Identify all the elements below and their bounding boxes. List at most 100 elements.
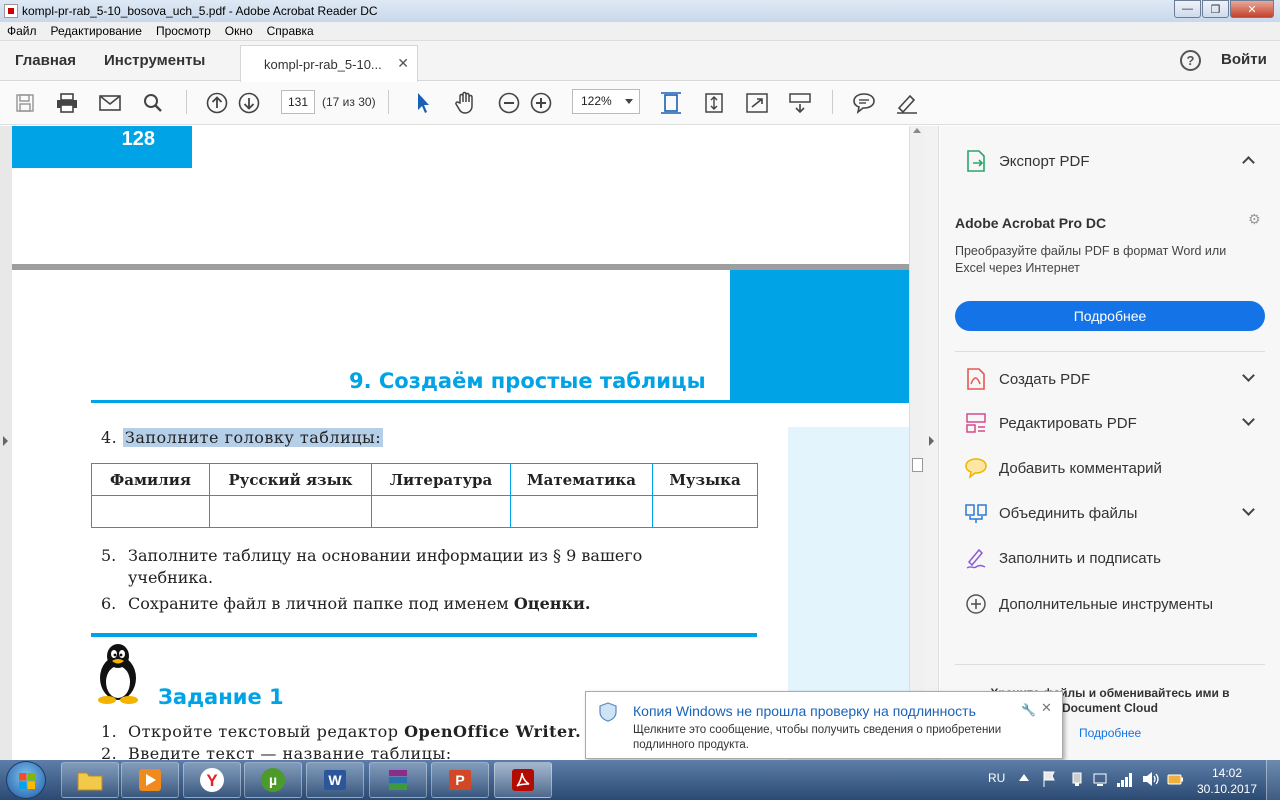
usb-device-icon[interactable] (1069, 771, 1085, 787)
window-title: kompl-pr-rab_5-10_bosova_uch_5.pdf - Ado… (22, 4, 378, 18)
highlight-pen-icon[interactable] (894, 90, 920, 116)
toast-close-icon[interactable]: ✕ (1041, 700, 1052, 716)
email-icon[interactable] (97, 90, 123, 116)
system-clock[interactable]: 14:02 30.10.2017 (1196, 765, 1258, 797)
network-signal-icon[interactable] (1116, 770, 1134, 788)
language-indicator[interactable]: RU (988, 771, 1005, 785)
taskbar-word[interactable]: W (306, 762, 364, 798)
more-tools-icon (966, 594, 986, 614)
panel-collapse-strip[interactable] (924, 126, 939, 760)
tool-more-tools[interactable]: Дополнительные инструменты (940, 586, 1280, 622)
taskbar-yandex-browser[interactable]: Y (183, 762, 241, 798)
left-navigation-strip[interactable] (0, 126, 12, 760)
signin-button[interactable]: Войти (1221, 51, 1267, 68)
export-pdf-header[interactable]: Экспорт PDF (940, 143, 1280, 179)
fit-page-icon[interactable] (658, 90, 684, 116)
tab-document[interactable]: kompl-pr-rab_5-10... ✕ (240, 45, 418, 82)
promo-settings-icon[interactable]: ⚙ (1248, 211, 1261, 228)
assignment-step-1: 1. Откройте текстовый редактор OpenOffice… (101, 722, 581, 741)
clock-time: 14:02 (1211, 766, 1243, 780)
add-comment-icon (965, 458, 987, 479)
chevron-down-icon[interactable] (1242, 413, 1255, 426)
taskbar-powerpoint[interactable]: P (431, 762, 489, 798)
page-number-input[interactable]: 131 (281, 90, 315, 114)
prev-page-icon[interactable] (204, 90, 230, 116)
menu-file[interactable]: Файл (7, 24, 37, 38)
task-4-number: 4. (101, 428, 118, 447)
taskbar-utorrent[interactable]: µ (244, 762, 302, 798)
menu-view[interactable]: Просмотр (156, 24, 211, 38)
panel-divider (955, 351, 1265, 352)
panel-divider (955, 664, 1265, 665)
tab-tools[interactable]: Инструменты (104, 52, 205, 69)
help-icon[interactable]: ? (1180, 50, 1201, 71)
chevron-down-icon[interactable] (1242, 369, 1255, 382)
select-cursor-icon[interactable] (410, 90, 436, 116)
table-cell (371, 495, 511, 528)
tool-fill-sign[interactable]: Заполнить и подписать (940, 540, 1280, 576)
volume-icon[interactable] (1142, 771, 1160, 787)
tray-expand-icon[interactable] (1018, 772, 1030, 784)
keyboard-tool-icon[interactable] (787, 90, 813, 116)
zoom-in-icon[interactable] (528, 90, 554, 116)
fullscreen-icon[interactable] (744, 90, 770, 116)
menu-help[interactable]: Справка (267, 24, 314, 38)
tool-combine-files[interactable]: Объединить файлы (940, 495, 1280, 531)
chevron-down-icon[interactable] (1242, 503, 1255, 516)
tool-label: Добавить комментарий (999, 459, 1162, 477)
print-icon[interactable] (54, 90, 80, 116)
tool-label: Дополнительные инструменты (999, 595, 1214, 613)
minimize-button[interactable]: — (1174, 0, 1201, 18)
toolbar-separator (186, 90, 187, 114)
acrobat-app-icon (4, 4, 18, 18)
document-cloud-link[interactable]: Подробнее (1079, 726, 1141, 740)
zoom-out-icon[interactable] (496, 90, 522, 116)
tool-add-comment[interactable]: Добавить комментарий (940, 450, 1280, 486)
chevron-up-icon[interactable] (1242, 156, 1255, 169)
menu-edit[interactable]: Редактирование (51, 24, 142, 38)
section-title: 9. Создаём простые таблицы (349, 369, 706, 393)
hand-tool-icon[interactable] (453, 90, 479, 116)
utorrent-icon: µ (261, 768, 285, 792)
expand-left-icon[interactable] (3, 436, 8, 446)
taskbar-media-player[interactable] (121, 762, 179, 798)
scrollbar-thumb[interactable] (912, 458, 923, 472)
scroll-up-icon[interactable] (913, 128, 921, 133)
taskbar-winrar[interactable] (369, 762, 427, 798)
menu-window[interactable]: Окно (225, 24, 253, 38)
edit-pdf-icon (966, 413, 986, 433)
close-window-button[interactable]: ✕ (1230, 0, 1274, 18)
toast-options-icon[interactable]: 🔧 (1021, 703, 1036, 717)
tab-home[interactable]: Главная (15, 52, 76, 69)
restore-button[interactable]: ❐ (1202, 0, 1229, 18)
step-1-app: OpenOffice Writer. (404, 722, 582, 741)
search-icon[interactable] (140, 90, 166, 116)
tool-edit-pdf[interactable]: Редактировать PDF (940, 405, 1280, 441)
comment-icon[interactable] (851, 90, 877, 116)
save-icon[interactable] (12, 90, 38, 116)
tool-label: Редактировать PDF (999, 414, 1137, 432)
svg-text:Y: Y (206, 771, 218, 790)
task-4-text-selected[interactable]: Заполните головку таблицы: (122, 428, 384, 447)
tool-create-pdf[interactable]: Создать PDF (940, 361, 1280, 397)
show-desktop-button[interactable] (1266, 760, 1280, 800)
start-button[interactable] (6, 761, 46, 799)
collapse-panel-icon[interactable] (929, 436, 934, 446)
taskbar-acrobat-reader[interactable] (494, 762, 552, 798)
windows-activation-toast[interactable]: Копия Windows не прошла проверку на подл… (585, 691, 1063, 759)
document-viewer[interactable]: 128 9. Создаём простые таблицы 4. Заполн… (0, 126, 924, 760)
tool-label: Объединить файлы (999, 504, 1138, 522)
grades-table: Фамилия Русский язык Литература Математи… (91, 463, 758, 528)
tool-label: Заполнить и подписать (999, 549, 1161, 567)
acrobat-reader-icon (512, 769, 534, 791)
taskbar-explorer[interactable] (61, 762, 119, 798)
device-manager-icon[interactable] (1092, 771, 1108, 787)
zoom-select[interactable]: 122% (572, 89, 640, 114)
rotate-page-icon[interactable] (701, 90, 727, 116)
learn-more-button[interactable]: Подробнее (955, 301, 1265, 331)
action-center-flag-icon[interactable] (1041, 770, 1057, 788)
vertical-scrollbar[interactable] (909, 126, 924, 760)
power-battery-icon[interactable] (1166, 770, 1184, 788)
next-page-icon[interactable] (236, 90, 262, 116)
close-tab-icon[interactable]: ✕ (397, 55, 409, 72)
